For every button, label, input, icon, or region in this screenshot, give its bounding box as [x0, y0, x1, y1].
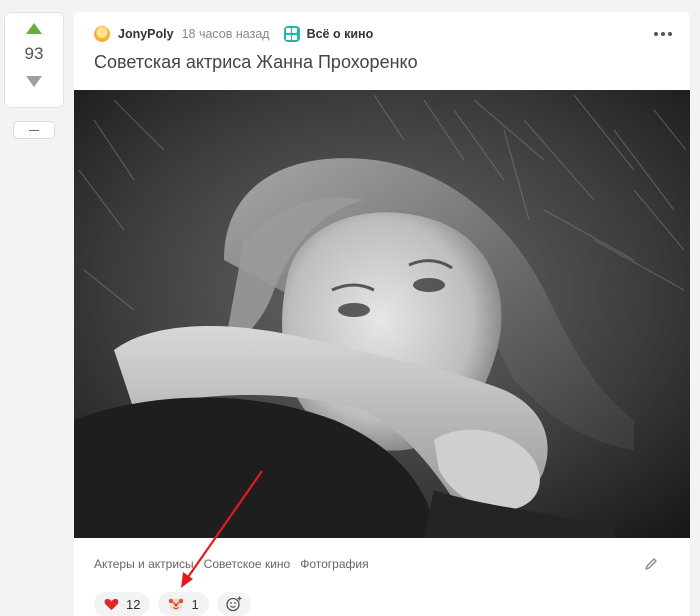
minus-icon	[29, 129, 39, 131]
reactions-bar: 12 1	[94, 592, 251, 616]
clown-face-icon	[169, 598, 184, 611]
more-options-button[interactable]	[654, 32, 672, 36]
post-card: JonyPoly 18 часов назад Всё о кино Совет…	[74, 12, 690, 616]
post-header: JonyPoly 18 часов назад Всё о кино	[94, 26, 373, 42]
vote-count: 93	[24, 44, 44, 63]
tag-item[interactable]: Советское кино	[204, 557, 291, 571]
clown-reaction-count: 1	[191, 596, 199, 612]
add-emoji-icon	[226, 596, 242, 612]
downvote-arrow-icon[interactable]	[26, 76, 42, 87]
heart-reaction-count: 12	[126, 596, 141, 612]
community-icon[interactable]	[283, 26, 300, 42]
vote-widget: 93	[4, 12, 64, 108]
heart-icon	[104, 598, 119, 610]
clown-reaction-button[interactable]: 1	[158, 592, 209, 616]
author-name[interactable]: JonyPoly	[118, 27, 174, 41]
tag-list: Актеры и актрисы Советское кино Фотограф…	[94, 557, 369, 571]
community-name[interactable]: Всё о кино	[307, 27, 374, 41]
add-reaction-button[interactable]	[216, 592, 251, 616]
portrait-photo-illustration	[74, 90, 690, 538]
collapse-button[interactable]	[13, 121, 55, 139]
tag-item[interactable]: Актеры и актрисы	[94, 557, 194, 571]
author-avatar[interactable]	[94, 26, 110, 42]
post-title[interactable]: Советская актриса Жанна Прохоренко	[94, 52, 418, 73]
heart-reaction-button[interactable]: 12	[94, 592, 151, 616]
post-photo[interactable]	[74, 90, 690, 538]
tag-item[interactable]: Фотография	[300, 557, 368, 571]
upvote-arrow-icon[interactable]	[26, 23, 42, 34]
post-time: 18 часов назад	[181, 27, 270, 41]
pencil-edit-icon[interactable]	[644, 557, 658, 571]
